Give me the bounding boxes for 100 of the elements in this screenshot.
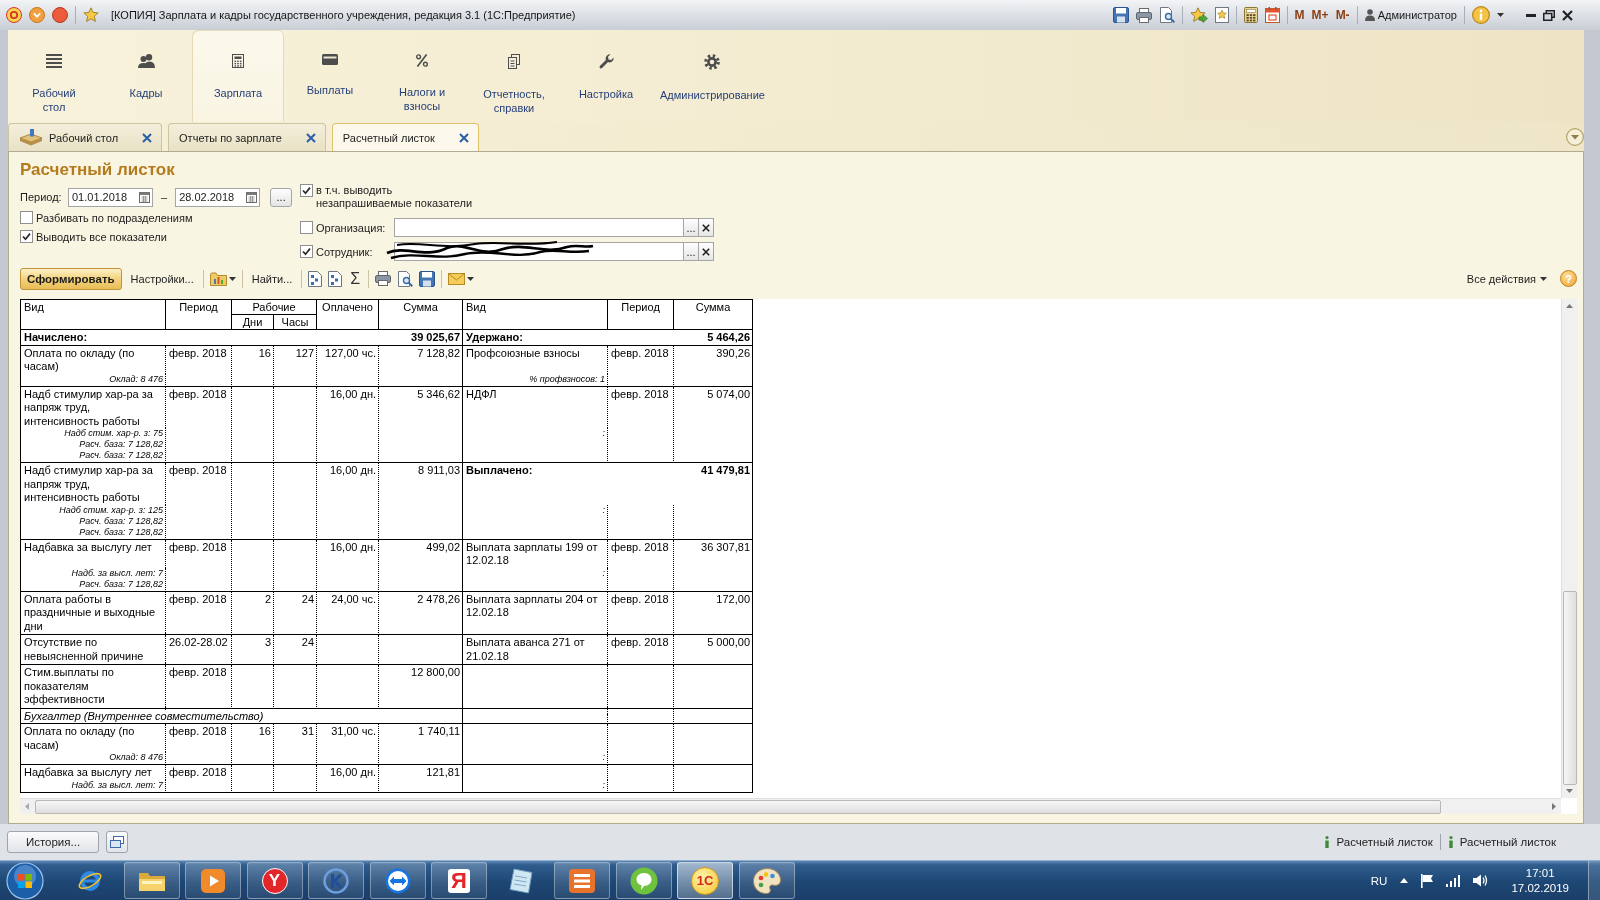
section-tab[interactable]: Выплаты	[284, 30, 376, 122]
section-tab[interactable]: Кадры	[100, 30, 192, 122]
table-cell: 16	[232, 345, 274, 387]
taskbar-button[interactable]	[369, 862, 426, 899]
notepad-icon	[508, 867, 533, 894]
signal-icon[interactable]	[1446, 874, 1461, 887]
circle-icon[interactable]	[52, 7, 68, 23]
taskbar-button[interactable]	[185, 862, 241, 899]
save-icon[interactable]	[419, 270, 436, 287]
scrollbar[interactable]	[1561, 299, 1577, 798]
section-tab[interactable]: Отчетность, справки	[468, 30, 560, 122]
taskbar-button[interactable]	[554, 862, 610, 899]
star-document-icon[interactable]	[1214, 7, 1229, 23]
dropdown-icon[interactable]	[29, 7, 45, 23]
close-icon[interactable]	[1562, 9, 1573, 21]
checkbox[interactable]	[20, 230, 33, 243]
memory-button[interactable]: M	[1294, 7, 1305, 23]
list-tile-icon	[569, 868, 595, 893]
scroll-thumb[interactable]	[1562, 591, 1577, 785]
tab[interactable]: Отчеты по зарплате	[168, 123, 326, 151]
select-button[interactable]: ...	[684, 242, 699, 261]
checkbox[interactable]	[300, 184, 313, 197]
language-indicator[interactable]: RU	[1370, 874, 1388, 887]
restore-icon[interactable]	[1543, 9, 1555, 21]
minimize-icon[interactable]	[1526, 13, 1536, 17]
document-icon[interactable]	[328, 270, 343, 287]
generate-button[interactable]: Сформировать	[20, 267, 122, 290]
taskbar-button[interactable]	[738, 862, 795, 899]
checkbox[interactable]	[20, 211, 33, 224]
flag-icon[interactable]	[1421, 873, 1434, 888]
taskbar-button[interactable]	[308, 862, 364, 899]
memory-button[interactable]: M-	[1335, 7, 1350, 23]
show-desktop-button[interactable]	[1588, 860, 1600, 900]
cell-note: :	[602, 779, 605, 791]
table-cell: Выплата аванса 271 от 21.02.18	[463, 635, 608, 663]
windows-button[interactable]	[106, 831, 128, 853]
table-cell: февр. 2018	[166, 765, 232, 793]
section-tab[interactable]: Настройка	[560, 30, 652, 122]
clear-icon	[702, 223, 710, 232]
star-icon[interactable]	[83, 7, 99, 23]
section-tab[interactable]: Налоги и взносы	[376, 30, 468, 122]
document-icon[interactable]	[308, 270, 323, 287]
palette-icon	[752, 867, 781, 894]
chevron-down-icon[interactable]	[1566, 127, 1584, 146]
taskbar-button[interactable]: Y	[246, 862, 303, 899]
arrow-right-icon[interactable]	[1552, 803, 1556, 810]
date-field[interactable]: 28.02.2018	[175, 187, 261, 207]
select-button[interactable]: ...	[684, 218, 699, 237]
find-button[interactable]: Найти...	[248, 267, 296, 290]
clear-button[interactable]	[699, 218, 714, 237]
section-tab[interactable]: Администрирование	[652, 30, 773, 122]
history-button[interactable]: История...	[7, 831, 99, 853]
taskbar-button[interactable]: 1С	[677, 862, 733, 899]
wrench-icon	[598, 54, 614, 69]
logo-icon[interactable]	[6, 7, 22, 23]
arrow-down-icon[interactable]	[1566, 789, 1573, 793]
calendar-icon[interactable]	[139, 191, 150, 203]
section-tab[interactable]: Рабочий стол	[8, 30, 100, 122]
taskbar-button[interactable]	[615, 862, 672, 899]
arrow-up-icon[interactable]	[1566, 304, 1573, 308]
calculator-icon[interactable]	[1243, 7, 1258, 23]
clear-icon	[702, 247, 710, 256]
taskbar-button[interactable]	[123, 862, 180, 899]
tab[interactable]: Расчетный листок	[331, 123, 479, 151]
checkbox[interactable]	[300, 245, 313, 258]
close-icon[interactable]	[458, 132, 469, 143]
checkbox[interactable]	[300, 221, 313, 234]
table-cell: февр. 2018	[608, 345, 674, 387]
taskbar-button[interactable]: Я	[431, 862, 487, 899]
star-arrow-icon[interactable]	[1189, 7, 1208, 23]
caret-icon[interactable]	[1497, 13, 1504, 17]
section-tab[interactable]: Зарплата	[192, 30, 284, 122]
print-icon[interactable]	[375, 271, 392, 286]
all-actions-button[interactable]: Все действия	[1463, 267, 1550, 290]
caret-up-icon[interactable]	[1400, 878, 1409, 883]
settings-button[interactable]: Настройки...	[127, 267, 197, 290]
table-cell: 24,00 чс.	[317, 591, 379, 635]
table-cell: Надб стимулир хар-ра за напряж труд, интенсивность работы	[21, 463, 166, 505]
clear-button[interactable]	[699, 242, 714, 261]
calendar-icon[interactable]	[1264, 7, 1280, 23]
start-icon[interactable]	[6, 861, 44, 900]
save-icon[interactable]	[1112, 7, 1129, 23]
user-button[interactable]: Администратор	[1364, 9, 1457, 21]
window-link[interactable]: Расчетный листок	[1447, 836, 1556, 848]
memory-button[interactable]: M+	[1311, 7, 1329, 23]
more-button[interactable]: ...	[270, 187, 293, 207]
calendar-icon[interactable]	[246, 191, 258, 203]
tab[interactable]: Рабочий стол	[8, 123, 163, 151]
sum-button[interactable]: Σ	[348, 267, 363, 290]
table-cell: 16,00 дн.	[317, 463, 379, 540]
speaker-icon[interactable]	[1473, 874, 1489, 887]
column-header: Сумма	[379, 300, 463, 330]
table-cell: 26.02-28.02	[166, 635, 232, 665]
window-link[interactable]: Расчетный листок	[1324, 836, 1433, 848]
date-field[interactable]: 01.01.2018	[68, 187, 153, 207]
preview-icon[interactable]	[397, 270, 414, 287]
input-field[interactable]	[394, 218, 684, 237]
print-icon[interactable]	[1135, 7, 1152, 23]
info-icon[interactable]	[1472, 6, 1490, 24]
preview-icon[interactable]	[1158, 7, 1175, 23]
